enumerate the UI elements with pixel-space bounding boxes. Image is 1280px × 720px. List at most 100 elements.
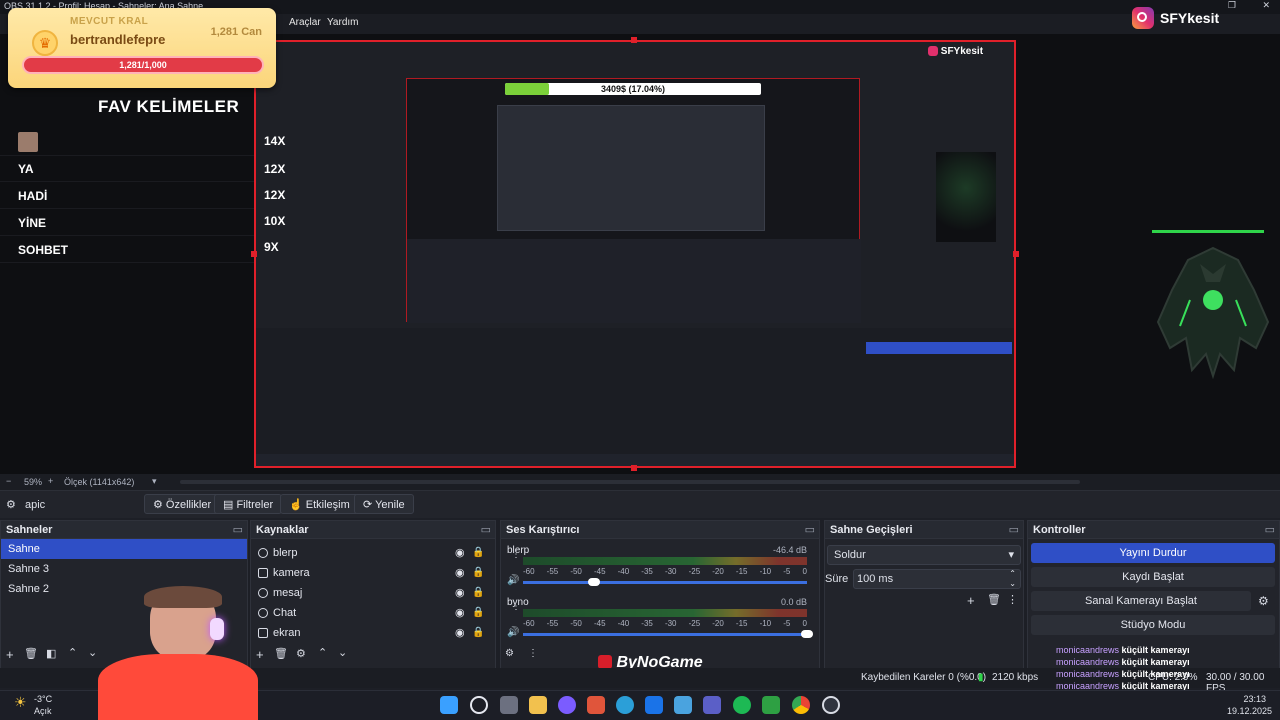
source-label: Chat: [273, 607, 297, 619]
refresh-button[interactable]: ⟳ Yenile: [354, 494, 414, 514]
source-item[interactable]: blerp ◉ 🔒: [251, 543, 495, 563]
teams-icon[interactable]: [703, 696, 721, 714]
interact-button[interactable]: ☝ Etkileşim: [280, 494, 359, 514]
clock-date: 19.12.2025: [1226, 706, 1272, 716]
eye-icon[interactable]: ◉: [455, 623, 465, 643]
kebab-menu-icon[interactable]: ⋮: [528, 648, 538, 659]
fav-word: YA: [18, 162, 34, 176]
king-progress-bar: 1,281/1,000: [22, 56, 264, 74]
source-settings-icon[interactable]: ⚙: [6, 498, 16, 511]
source-item[interactable]: ekran ◉ 🔒: [251, 623, 495, 643]
store-icon[interactable]: [587, 696, 605, 714]
lock-icon[interactable]: 🔒: [472, 563, 484, 583]
dock-float-icon[interactable]: ▭: [481, 521, 491, 539]
move-down-icon[interactable]: ⌄: [88, 646, 97, 659]
duration-input[interactable]: 100 ms ⌃ ⌄: [853, 569, 1021, 589]
stop-streaming-button[interactable]: Yayını Durdur: [1031, 543, 1275, 563]
transition-select[interactable]: Soldur ▾: [827, 545, 1021, 565]
speaker-icon[interactable]: 🔊: [507, 627, 519, 638]
armored-monster-icon: [1156, 246, 1270, 380]
spotify-icon[interactable]: [733, 696, 751, 714]
move-down-icon[interactable]: ⌄: [338, 646, 347, 659]
kebab-menu-icon[interactable]: ⋮: [511, 549, 521, 560]
lock-icon[interactable]: 🔒: [472, 543, 484, 563]
windows-start-icon[interactable]: [440, 696, 458, 714]
search-icon[interactable]: [470, 696, 488, 714]
add-transition-icon[interactable]: +: [967, 593, 975, 608]
outlook-icon[interactable]: [645, 696, 663, 714]
interact-label: Etkileşim: [305, 499, 350, 511]
volume-knob[interactable]: [588, 578, 600, 586]
copilot-icon[interactable]: [558, 696, 576, 714]
delete-scene-icon[interactable]: 🗑: [24, 647, 38, 660]
file-explorer-icon[interactable]: [529, 696, 547, 714]
chrome-icon[interactable]: [792, 696, 810, 714]
source-item[interactable]: Chat ◉ 🔒: [251, 603, 495, 623]
task-view-icon[interactable]: [500, 696, 518, 714]
volume-slider[interactable]: [523, 578, 807, 586]
move-up-icon[interactable]: ⌃: [318, 646, 327, 659]
fav-count: 9X: [264, 240, 279, 254]
start-virtual-camera-button[interactable]: Sanal Kamerayı Başlat: [1031, 591, 1251, 611]
mixer-settings-icon[interactable]: ⚙: [505, 648, 514, 659]
volume-knob[interactable]: [801, 630, 813, 638]
launcher-icon[interactable]: [762, 696, 780, 714]
lock-icon[interactable]: 🔒: [472, 623, 484, 643]
volume-slider[interactable]: [523, 630, 813, 638]
scene-filters-icon[interactable]: ◧: [46, 647, 56, 660]
chevron-down-icon[interactable]: ▾: [152, 476, 157, 487]
refresh-label: Yenile: [375, 499, 405, 511]
transform-handle[interactable]: [1013, 251, 1019, 257]
eye-icon[interactable]: ◉: [455, 603, 465, 623]
gear-icon[interactable]: ⚙: [1258, 594, 1269, 608]
move-up-icon[interactable]: ⌃: [68, 646, 77, 659]
start-recording-button[interactable]: Kaydı Başlat: [1031, 567, 1275, 587]
source-item[interactable]: mesaj ◉ 🔒: [251, 583, 495, 603]
dock-float-icon[interactable]: ▭: [805, 521, 815, 539]
transform-handle[interactable]: [631, 37, 637, 43]
kebab-menu-icon[interactable]: ⋮: [1007, 593, 1018, 606]
add-scene-icon[interactable]: +: [6, 647, 14, 662]
meter-tick-label: 0: [802, 567, 807, 576]
zoom-in-icon[interactable]: +: [48, 476, 53, 486]
eye-icon[interactable]: ◉: [455, 563, 465, 583]
eye-icon[interactable]: ◉: [455, 583, 465, 603]
source-settings-icon[interactable]: ⚙: [296, 647, 306, 660]
delete-source-icon[interactable]: 🗑: [274, 647, 288, 660]
filters-button[interactable]: ▤ Filtreler: [214, 494, 283, 514]
transform-handle[interactable]: [631, 465, 637, 471]
preview-canvas[interactable]: 14X 12X 12X 10X 9X 3409$ (17.04%) SFYkes…: [254, 40, 1016, 468]
lock-icon[interactable]: 🔒: [472, 583, 484, 603]
zoom-scale[interactable]: Ölçek (1141x642): [64, 477, 134, 487]
zoom-out-icon[interactable]: −: [6, 476, 11, 486]
fav-count: 12X: [264, 188, 286, 202]
meter-tick-label: -40: [617, 567, 630, 576]
properties-button[interactable]: ⚙ Özellikler: [144, 494, 221, 514]
monster-image: [936, 152, 996, 242]
edge-icon[interactable]: [616, 696, 634, 714]
chat-user: monicaandrews: [1056, 645, 1120, 655]
kebab-menu-icon[interactable]: ⋮: [511, 601, 521, 612]
spin-arrows-icon[interactable]: ⌃ ⌄: [1009, 569, 1016, 589]
delete-transition-icon[interactable]: 🗑: [987, 593, 1001, 606]
obs-icon[interactable]: [822, 696, 840, 714]
speaker-icon[interactable]: 🔊: [507, 575, 519, 586]
shirt: [98, 654, 258, 720]
eye-icon[interactable]: ◉: [455, 543, 465, 563]
meter-tick-label: -20: [712, 619, 724, 628]
menu-help[interactable]: Yardım: [327, 17, 359, 28]
scene-item[interactable]: Sahne 3: [1, 559, 247, 579]
lock-icon[interactable]: 🔒: [472, 603, 484, 623]
weather-icon[interactable]: ☀: [14, 694, 27, 711]
menu-tools[interactable]: Araçlar: [289, 17, 321, 28]
dock-float-icon[interactable]: ▭: [1265, 521, 1275, 539]
horizontal-scrollbar[interactable]: [180, 480, 1080, 484]
scene-item[interactable]: Sahne: [1, 539, 247, 559]
transform-handle[interactable]: [251, 251, 257, 257]
dock-float-icon[interactable]: ▭: [1009, 521, 1019, 539]
studio-mode-button[interactable]: Stüdyo Modu: [1031, 615, 1275, 635]
meter-tick-label: -55: [546, 567, 559, 576]
source-item[interactable]: kamera ◉ 🔒: [251, 563, 495, 583]
monitor-icon[interactable]: [674, 696, 692, 714]
dock-float-icon[interactable]: ▭: [233, 521, 243, 539]
